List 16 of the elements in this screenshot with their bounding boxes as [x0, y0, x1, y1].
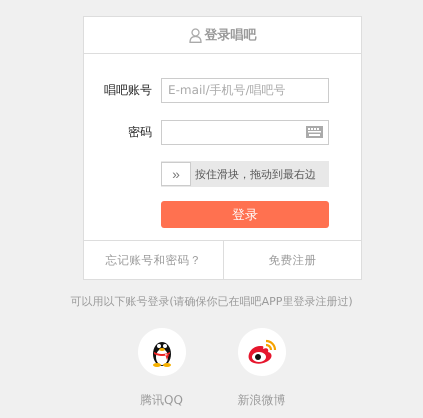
social-login-button[interactable]: [138, 328, 186, 376]
user-icon: [188, 28, 202, 42]
card-title: 登录唱吧: [204, 27, 256, 44]
field-label: 唱吧账号: [103, 82, 152, 98]
social-login-label: 新浪微博: [238, 392, 286, 409]
field-label: 密码: [127, 124, 152, 140]
password-field[interactable]: [161, 120, 329, 144]
account-field[interactable]: E-mail/手机号/唱吧号: [161, 78, 329, 102]
social-login-label: 腾讯QQ: [140, 392, 183, 409]
social-login-note: 可以用以下账号登录(请确保你已在唱吧APP里登录注册过): [69, 294, 354, 309]
login-button[interactable]: 登录: [161, 201, 329, 228]
slider-hint: 按住滑块，拖动到最右边: [195, 166, 316, 182]
footer-link[interactable]: 免费注册: [222, 241, 361, 279]
footer-link[interactable]: 忘记账号和密码？: [84, 241, 222, 279]
eye-icon: [246, 338, 278, 366]
slider-handle[interactable]: »: [161, 162, 191, 186]
